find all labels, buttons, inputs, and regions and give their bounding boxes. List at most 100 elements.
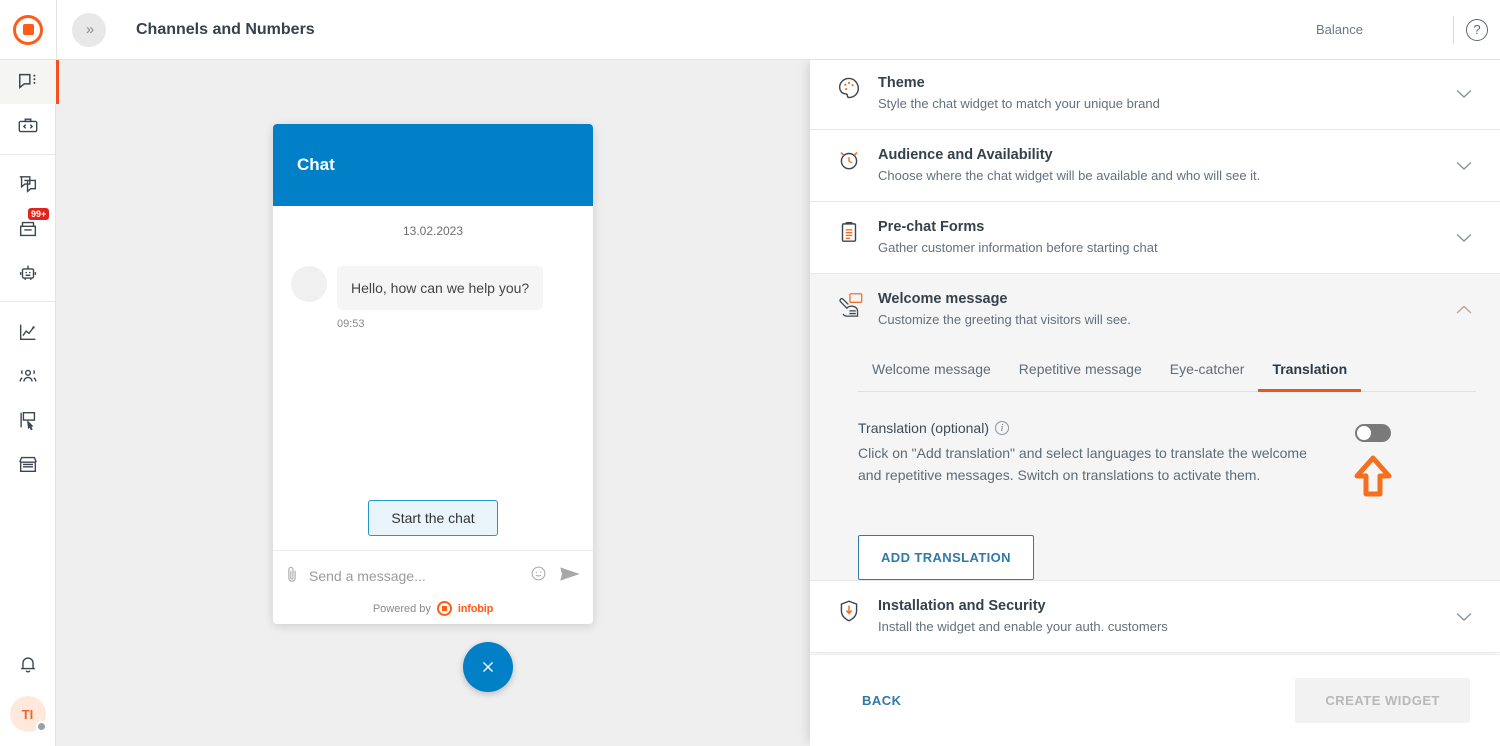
section-subtitle: Customize the greeting that visitors wil… [878, 312, 1131, 327]
sidebar-item-broadcast[interactable] [0, 163, 56, 207]
chat-date-separator: 13.02.2023 [402, 224, 464, 238]
help-button[interactable]: ? [1454, 0, 1500, 60]
active-nav-indicator [56, 60, 59, 104]
nav-group-1 [0, 60, 56, 154]
avatar-initials: TI [21, 706, 34, 722]
infobip-wordmark: infobip [457, 602, 494, 615]
widget-preview-canvas: Chat 13.02.2023 Hello, how can we help y… [56, 60, 810, 746]
sidebar-collapse-icon[interactable]: » [72, 12, 106, 47]
sidebar-item-conversations[interactable] [0, 60, 56, 104]
balance-label[interactable]: Balance [1316, 22, 1363, 37]
infobip-mark-icon [436, 601, 452, 616]
settings-sections: Theme Style the chat widget to match you… [810, 58, 1500, 654]
tab-welcome-message[interactable]: Welcome message [858, 351, 1005, 392]
tab-repetitive-message[interactable]: Repetitive message [1005, 351, 1156, 392]
infobip-logo[interactable] [0, 0, 56, 60]
powered-by-label: Powered by [372, 602, 431, 615]
sidebar-item-exchange[interactable] [0, 442, 56, 486]
translation-label: Translation (optional) [858, 420, 989, 436]
section-audience-text: Audience and Availability Choose where t… [878, 146, 1452, 185]
back-button[interactable]: BACK [862, 693, 902, 708]
smiley-icon[interactable] [530, 565, 547, 587]
chat-widget-title: Chat [297, 155, 335, 174]
app-root: » Channels and Numbers Balance ? 99+ TI … [0, 0, 1500, 746]
top-bar: » Channels and Numbers Balance ? [0, 0, 1500, 60]
section-prechat-header[interactable]: Pre-chat Forms Gather customer informati… [810, 202, 1500, 273]
toggle-knob [1357, 426, 1371, 440]
welcome-message-body: Welcome message Repetitive message Eye-c… [810, 351, 1500, 580]
chat-agent-avatar [291, 266, 327, 302]
page-title: Channels and Numbers [136, 20, 315, 38]
chevron-down-icon[interactable] [1452, 89, 1476, 99]
section-welcome-message: Welcome message Customize the greeting t… [810, 274, 1500, 581]
section-title: Audience and Availability [878, 147, 1053, 163]
topbar-right: Balance ? [1316, 0, 1500, 60]
user-avatar[interactable]: TI [9, 696, 47, 732]
inbox-badge: 99+ [28, 208, 50, 220]
start-the-chat-button[interactable]: Start the chat [368, 500, 498, 536]
chat-message-time: 09:53 [337, 318, 365, 330]
section-welcome-text: Welcome message Customize the greeting t… [878, 290, 1452, 329]
create-widget-button[interactable]: CREATE WIDGET [1295, 678, 1470, 723]
tab-translation[interactable]: Translation [1258, 351, 1362, 392]
chevron-up-icon[interactable] [1452, 305, 1476, 315]
section-subtitle: Install the widget and enable your auth.… [878, 619, 1168, 634]
section-title: Pre-chat Forms [878, 219, 985, 235]
section-welcome-header[interactable]: Welcome message Customize the greeting t… [810, 274, 1500, 345]
chevron-down-icon[interactable] [1452, 233, 1476, 243]
chevron-down-icon[interactable] [1452, 161, 1476, 171]
clock-alarm-icon [836, 146, 878, 178]
tab-eye-catcher[interactable]: Eye-catcher [1156, 351, 1259, 392]
section-audience-header[interactable]: Audience and Availability Choose where t… [810, 130, 1500, 201]
translation-toggle[interactable] [1355, 424, 1391, 442]
chat-launcher-close-icon[interactable] [463, 642, 513, 692]
palette-icon [836, 74, 878, 106]
left-nav-rail: 99+ TI [0, 60, 56, 746]
nav-group-3 [0, 301, 55, 492]
sidebar-item-moments[interactable] [0, 398, 56, 442]
section-subtitle: Style the chat widget to match your uniq… [878, 96, 1160, 111]
topbar-divider [56, 0, 57, 60]
chat-widget-body: 13.02.2023 Hello, how can we help you? 0… [273, 206, 593, 550]
welcome-message-tabs: Welcome message Repetitive message Eye-c… [858, 351, 1476, 392]
notifications-bell-icon[interactable] [0, 642, 56, 686]
sidebar-item-answers-bot[interactable] [0, 251, 56, 295]
section-theme-header[interactable]: Theme Style the chat widget to match you… [810, 58, 1500, 129]
sidebar-item-developer-tools[interactable] [0, 104, 56, 148]
section-title: Welcome message [878, 291, 1008, 307]
translation-description: Click on "Add translation" and select la… [858, 445, 1307, 483]
chevron-down-icon[interactable] [1452, 612, 1476, 622]
translation-settings: Translation (optional) i Click on "Add t… [836, 392, 1476, 503]
chat-message: Hello, how can we help you? [291, 266, 575, 310]
chat-input-placeholder[interactable]: Send a message... [309, 568, 530, 584]
section-theme: Theme Style the chat widget to match you… [810, 58, 1500, 130]
add-translation-button[interactable]: ADD TRANSLATION [858, 535, 1034, 580]
section-title: Installation and Security [878, 598, 1046, 614]
translation-text-block: Translation (optional) i Click on "Add t… [858, 420, 1328, 503]
hand-click-icon [836, 290, 878, 324]
section-installation-header[interactable]: Installation and Security Install the wi… [810, 581, 1500, 652]
rail-bottom: TI [0, 642, 55, 746]
question-mark-icon: ? [1466, 18, 1488, 41]
powered-by-infobip: Powered by infobip [285, 591, 581, 616]
chat-widget-footer: Send a message... Powered by infobip [273, 550, 593, 624]
sidebar-item-inbox[interactable]: 99+ [0, 207, 56, 251]
shield-download-icon [836, 597, 878, 629]
avatar-status-dot [35, 721, 47, 732]
clipboard-icon [836, 218, 878, 250]
section-subtitle: Choose where the chat widget will be ava… [878, 168, 1261, 183]
arrow-up-highlight-icon [1353, 454, 1393, 503]
section-theme-text: Theme Style the chat widget to match you… [878, 74, 1452, 113]
paperclip-icon[interactable] [285, 565, 299, 588]
info-icon[interactable]: i [995, 421, 1009, 435]
section-installation-security: Installation and Security Install the wi… [810, 581, 1500, 653]
chat-widget-preview: Chat 13.02.2023 Hello, how can we help y… [273, 124, 593, 624]
section-subtitle: Gather customer information before start… [878, 240, 1158, 255]
nav-group-2: 99+ [0, 154, 55, 301]
send-icon[interactable] [559, 566, 581, 587]
sidebar-item-people[interactable] [0, 354, 56, 398]
sidebar-item-analyze[interactable] [0, 310, 56, 354]
translation-toggle-block [1328, 420, 1418, 503]
start-chat-wrap: Start the chat [273, 500, 593, 536]
section-audience-availability: Audience and Availability Choose where t… [810, 130, 1500, 202]
